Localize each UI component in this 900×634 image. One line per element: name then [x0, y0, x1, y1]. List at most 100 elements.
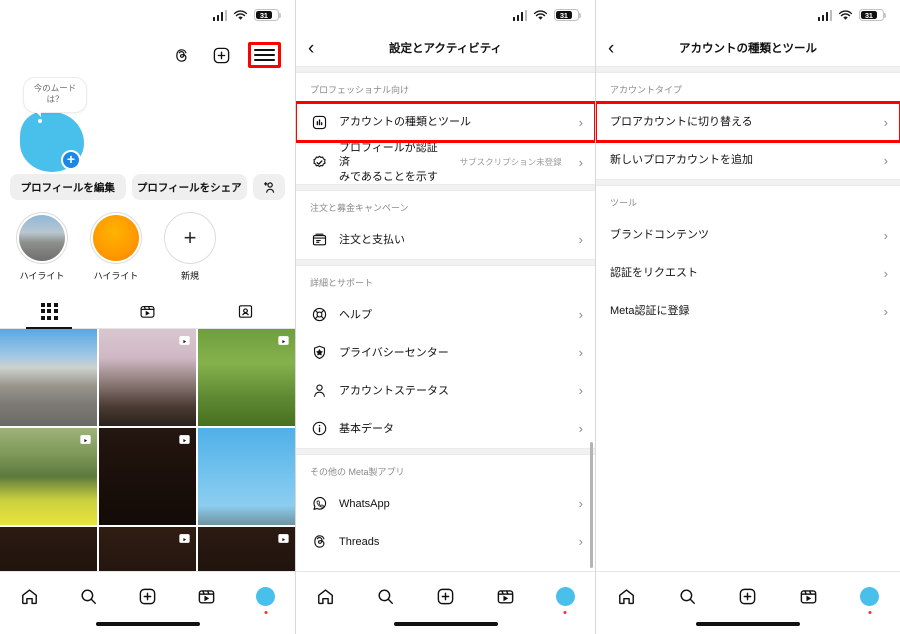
nav-home-icon[interactable]	[596, 583, 657, 609]
nav-search-icon[interactable]	[59, 583, 118, 609]
row-switch-to-pro-account[interactable]: プロアカウントに切り替える ›	[596, 101, 900, 143]
nav-home-icon[interactable]	[296, 583, 356, 609]
row-label: WhatsApp	[339, 497, 390, 510]
row-account-type-and-tools[interactable]: アカウントの種類とツール ›	[296, 101, 595, 143]
row-label: プライバシーセンター	[339, 346, 449, 359]
status-bar: 31	[596, 0, 900, 30]
threads-icon[interactable]	[168, 42, 194, 68]
highlight-label: ハイライト	[19, 271, 65, 281]
highlight-1[interactable]: ハイライト	[14, 212, 70, 282]
chevron-right-icon: ›	[578, 345, 583, 361]
mood-bubble[interactable]: 今のムード は？	[24, 78, 86, 117]
wifi-icon	[838, 9, 853, 21]
highlight-2[interactable]: ハイライト	[88, 212, 144, 282]
home-indicator	[696, 622, 800, 626]
post-skytree[interactable]	[197, 427, 295, 526]
nav-bar: ‹ 設定とアクティビティ	[296, 30, 595, 66]
chevron-right-icon: ›	[578, 383, 583, 399]
row-label: アカウントステータス	[339, 384, 449, 397]
add-story-badge-icon[interactable]: +	[61, 150, 81, 170]
tab-tagged[interactable]	[197, 294, 295, 328]
chevron-right-icon: ›	[578, 496, 583, 512]
nav-search-icon[interactable]	[356, 583, 416, 609]
section-divider	[296, 66, 595, 73]
cellular-signal-icon	[212, 9, 227, 21]
row-request-verification[interactable]: 認証をリクエスト ›	[596, 254, 900, 292]
nav-reels-icon[interactable]	[778, 583, 839, 609]
nav-search-icon[interactable]	[657, 583, 718, 609]
row-meta-verified-signup[interactable]: Meta認証に登録 ›	[596, 292, 900, 330]
highlight-ring	[16, 212, 68, 264]
tab-grid[interactable]	[0, 294, 98, 328]
row-privacy-center[interactable]: プライバシーセンター ›	[296, 333, 595, 372]
scrollbar-thumb[interactable]	[589, 442, 593, 568]
row-label: ヘルプ	[339, 308, 372, 321]
hamburger-menu-highlight[interactable]	[248, 42, 281, 68]
notification-dot	[563, 611, 567, 614]
row-about[interactable]: 基本データ ›	[296, 409, 595, 448]
row-orders-and-payments[interactable]: 注文と支払い ›	[296, 220, 595, 259]
tab-reels[interactable]	[98, 294, 196, 328]
section-header: ツール	[610, 198, 638, 208]
nav-create-icon[interactable]	[118, 583, 177, 609]
nav-profile-avatar[interactable]	[535, 583, 595, 614]
wifi-icon	[533, 9, 548, 21]
nav-reels-icon[interactable]	[177, 583, 236, 609]
row-label: ブランドコンテンツ	[610, 228, 709, 241]
row-label: プロフィールが認証済 みであることを示す	[339, 142, 438, 183]
avatar	[860, 586, 880, 606]
highlight-new[interactable]: + 新規	[162, 212, 218, 282]
plus-icon: +	[183, 225, 197, 250]
hamburger-menu-icon[interactable]	[254, 47, 275, 63]
highlight-ring	[90, 212, 142, 264]
row-label: Meta認証に登録	[610, 304, 690, 317]
info-icon	[310, 420, 328, 438]
row-whatsapp[interactable]: WhatsApp ›	[296, 484, 595, 523]
back-button[interactable]: ‹	[308, 39, 314, 58]
add-person-icon[interactable]	[253, 174, 285, 200]
profile-tabs	[0, 294, 295, 329]
back-button[interactable]: ‹	[608, 39, 614, 58]
threads-icon	[310, 533, 328, 551]
post-night[interactable]	[98, 427, 197, 526]
nav-reels-icon[interactable]	[475, 583, 535, 609]
nav-profile-avatar[interactable]	[839, 583, 900, 614]
section-header: その他の Meta製アプリ	[310, 466, 405, 477]
three-screenshot-strip: 31 今のムード は？ + プロフィールを編集 プロフィールをシェア ハイライト…	[0, 0, 900, 634]
nav-home-icon[interactable]	[0, 583, 59, 609]
row-label: 注文と支払い	[339, 233, 405, 246]
chevron-right-icon: ›	[578, 421, 583, 437]
share-profile-button[interactable]: プロフィールをシェア	[131, 174, 247, 200]
row-threads[interactable]: Threads ›	[296, 522, 595, 561]
section-divider	[596, 66, 900, 73]
post-skyline[interactable]	[0, 329, 98, 427]
row-add-new-pro-account[interactable]: 新しいプロアカウントを追加 ›	[596, 141, 900, 179]
edit-profile-button[interactable]: プロフィールを編集	[10, 174, 126, 200]
add-post-icon[interactable]	[208, 42, 234, 68]
post-sakura[interactable]	[98, 329, 197, 427]
battery-icon: 31	[554, 8, 582, 22]
avatar	[555, 586, 575, 606]
bottom-nav-bar	[296, 571, 595, 634]
section-header: 詳細とサポート	[310, 277, 374, 288]
reel-badge-icon	[80, 435, 91, 444]
row-account-status[interactable]: アカウントステータス ›	[296, 371, 595, 410]
tagged-icon	[239, 304, 253, 318]
chevron-right-icon: ›	[578, 114, 583, 130]
chevron-right-icon: ›	[578, 534, 583, 550]
profile-avatar-block[interactable]: 今のムード は？ +	[14, 78, 130, 172]
wifi-icon	[233, 9, 248, 21]
chevron-right-icon: ›	[883, 265, 888, 281]
home-indicator	[95, 622, 200, 626]
post-cat[interactable]	[197, 329, 295, 427]
row-help[interactable]: ヘルプ ›	[296, 295, 595, 334]
post-tuscany[interactable]	[0, 427, 98, 526]
nav-create-icon[interactable]	[416, 583, 476, 609]
row-verified-profile[interactable]: プロフィールが認証済 みであることを示す サブスクリプション未登録 ›	[296, 141, 595, 184]
nav-profile-avatar[interactable]	[236, 583, 295, 614]
nav-create-icon[interactable]	[718, 583, 779, 609]
cellular-signal-icon	[817, 9, 832, 21]
row-branded-content[interactable]: ブランドコンテンツ ›	[596, 216, 900, 254]
reels-icon	[140, 305, 155, 318]
highlight-label: ハイライト	[93, 271, 139, 281]
